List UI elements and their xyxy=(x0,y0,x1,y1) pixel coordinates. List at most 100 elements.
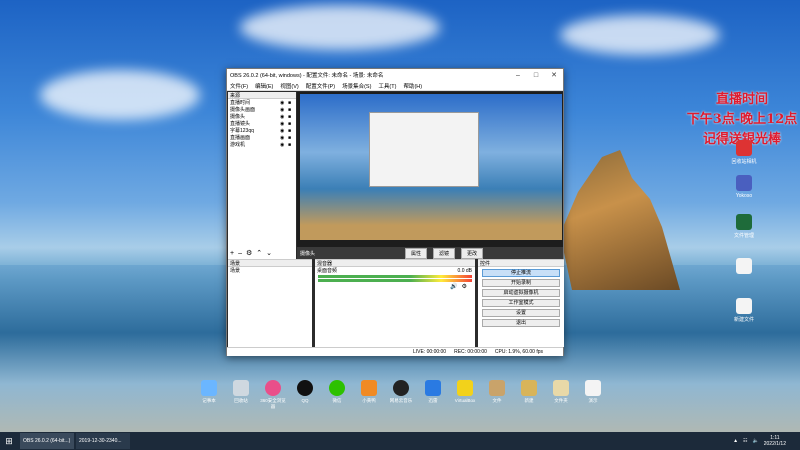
source-item[interactable]: 游戏机◉■ xyxy=(228,141,296,148)
controls-header: 控件 xyxy=(478,260,564,267)
desktop-icon[interactable]: 回收站 xyxy=(227,380,255,420)
close-icon[interactable]: ✕ xyxy=(545,71,563,79)
defaults-button[interactable]: 更改 xyxy=(461,248,483,259)
obs-titlebar[interactable]: OBS 26.0.2 (64-bit, windows) - 配置文件: 未命名… xyxy=(227,69,563,81)
properties-button[interactable]: 属性 xyxy=(405,248,427,259)
eye-icon[interactable]: ◉ xyxy=(280,100,288,106)
exit-button[interactable]: 退出 xyxy=(482,319,560,327)
settings-button[interactable]: 设置 xyxy=(482,309,560,317)
lock-icon[interactable]: ■ xyxy=(288,107,296,113)
studio-mode-button[interactable]: 工作室模式 xyxy=(482,299,560,307)
desktop-icon[interactable]: 小黄鸭 xyxy=(355,380,383,420)
cpu-status: CPU: 1.9%, 60.00 fps xyxy=(495,349,543,355)
source-item[interactable]: 字幕123qq◉■ xyxy=(228,127,296,134)
cloud xyxy=(240,5,440,50)
desktop-icon[interactable]: 网易云音乐 xyxy=(387,380,415,420)
menu-bar: 文件(F) 编辑(E) 视图(V) 配置文件(P) 场景集合(S) 工具(T) … xyxy=(227,81,563,91)
lock-icon[interactable]: ■ xyxy=(288,142,296,148)
windows-start-icon[interactable]: ⊞ xyxy=(0,436,18,447)
eye-icon[interactable]: ◉ xyxy=(280,128,288,134)
chevron-up-icon[interactable]: ⌃ xyxy=(256,249,262,257)
source-item[interactable]: 摄像头画面◉■ xyxy=(228,106,296,113)
menu-edit[interactable]: 编辑(E) xyxy=(255,82,273,90)
desktop-icon[interactable]: 文件管理 xyxy=(726,214,762,239)
menu-view[interactable]: 视图(V) xyxy=(280,82,298,90)
desktop-icon[interactable]: 新建文件 xyxy=(726,298,762,323)
filters-button[interactable]: 滤镜 xyxy=(433,248,455,259)
sources-header: 来源 xyxy=(228,92,296,99)
desktop-icon[interactable]: 演示 xyxy=(579,380,607,420)
source-item[interactable]: 直播时间◉■ xyxy=(228,99,296,106)
desktop-icon[interactable]: 迅雷 xyxy=(419,380,447,420)
system-tray: ▲ ☷ 🔈 1:11 2022/1/12 xyxy=(733,435,800,447)
maximize-icon[interactable]: □ xyxy=(527,72,545,79)
gear-icon[interactable]: ⚙ xyxy=(246,249,252,257)
source-item[interactable]: 摄像头◉■ xyxy=(228,113,296,120)
volume-icon[interactable]: 🔊 xyxy=(450,283,457,290)
lock-icon[interactable]: ■ xyxy=(288,114,296,120)
desktop-icon[interactable]: Yokoso xyxy=(726,175,762,199)
lock-icon[interactable]: ■ xyxy=(288,128,296,134)
menu-help[interactable]: 帮助(H) xyxy=(403,82,422,90)
eye-icon[interactable]: ◉ xyxy=(280,114,288,120)
desktop-icon[interactable]: 360安全浏览器 xyxy=(259,380,287,420)
lock-icon[interactable]: ■ xyxy=(288,121,296,127)
virtual-camera-button[interactable]: 启动虚拟摄像机 xyxy=(482,289,560,297)
remove-icon[interactable]: – xyxy=(238,250,242,257)
desktop-icon[interactable]: 回收站相机 xyxy=(726,140,762,165)
volume-meter xyxy=(318,275,472,278)
tray-icon[interactable]: ▲ xyxy=(733,438,738,444)
eye-icon[interactable]: ◉ xyxy=(280,107,288,113)
eye-icon[interactable]: ◉ xyxy=(280,142,288,148)
volume-icon[interactable]: 🔈 xyxy=(753,438,759,444)
desktop-icon[interactable]: 文件 xyxy=(483,380,511,420)
cloud xyxy=(560,15,720,55)
desktop-icon[interactable]: 微信 xyxy=(323,380,351,420)
taskbar: ⊞ OBS 26.0.2 (64-bit...) 2019-12-30-2340… xyxy=(0,432,800,450)
stop-streaming-button[interactable]: 停止推流 xyxy=(482,269,560,277)
sources-panel: 来源 直播时间◉■ 摄像头画面◉■ 摄像头◉■ 直播镜头◉■ 字幕123qq◉■… xyxy=(228,92,296,247)
clock[interactable]: 1:11 2022/1/12 xyxy=(764,435,786,447)
lock-icon[interactable]: ■ xyxy=(288,135,296,141)
mixer-level: 0.0 dB xyxy=(458,268,475,274)
menu-file[interactable]: 文件(F) xyxy=(230,82,248,90)
eye-icon[interactable]: ◉ xyxy=(280,121,288,127)
minimize-icon[interactable]: – xyxy=(509,72,527,79)
desktop-icon[interactable] xyxy=(726,258,762,276)
lock-icon[interactable]: ■ xyxy=(288,100,296,106)
mixer-header: 混音器 xyxy=(315,260,475,267)
mixer-controls: 🔊 ⚙ xyxy=(315,283,475,290)
sources-toolbar: + – ⚙ ⌃ ⌄ xyxy=(228,247,296,259)
promo-line: 直播时间 xyxy=(684,90,800,110)
taskbar-app-file[interactable]: 2019-12-30-2340... xyxy=(76,433,130,449)
source-item[interactable]: 直播镜头◉■ xyxy=(228,120,296,127)
menu-scene-collection[interactable]: 场景集合(S) xyxy=(342,82,371,90)
desktop-icon[interactable]: 文件夹 xyxy=(547,380,575,420)
chevron-down-icon[interactable]: ⌄ xyxy=(266,249,272,257)
selected-source-label: 摄像头 xyxy=(300,250,315,257)
promo-line: 下午3点-晚上12点 xyxy=(684,110,800,130)
taskbar-app-obs[interactable]: OBS 26.0.2 (64-bit...) xyxy=(20,433,74,449)
desktop-icon[interactable]: QQ xyxy=(291,380,319,420)
menu-tools[interactable]: 工具(T) xyxy=(378,82,396,90)
eye-icon[interactable]: ◉ xyxy=(280,135,288,141)
menu-profile[interactable]: 配置文件(P) xyxy=(306,82,335,90)
controls-dock: 控件 停止推流 开始录制 启动虚拟摄像机 工作室模式 设置 退出 xyxy=(478,259,564,347)
window-title: OBS 26.0.2 (64-bit, windows) - 配置文件: 未命名… xyxy=(230,71,509,79)
rec-status: REC: 00:00:00 xyxy=(454,349,487,355)
desktop-icon-row: 记事本 回收站 360安全浏览器 QQ 微信 小黄鸭 网易云音乐 迅雷 Virt… xyxy=(195,380,607,420)
desktop-icon[interactable]: 记事本 xyxy=(195,380,223,420)
mixer-channel-name: 桌面音频 xyxy=(317,267,458,274)
scene-item[interactable]: 场景 xyxy=(228,267,312,274)
gear-icon[interactable]: ⚙ xyxy=(462,283,467,290)
network-icon[interactable]: ☷ xyxy=(743,438,747,444)
desktop-icon[interactable]: 新建 xyxy=(515,380,543,420)
source-item[interactable]: 直播画面◉■ xyxy=(228,134,296,141)
start-recording-button[interactable]: 开始录制 xyxy=(482,279,560,287)
desktop-icon[interactable]: VirtualBox xyxy=(451,380,479,420)
add-icon[interactable]: + xyxy=(230,250,234,257)
preview-canvas[interactable] xyxy=(297,92,563,247)
status-bar: LIVE: 00:00:00 REC: 00:00:00 CPU: 1.9%, … xyxy=(227,347,563,356)
scenes-dock: 场景 场景 xyxy=(228,259,312,347)
mixer-channel: 桌面音频 0.0 dB xyxy=(315,267,475,274)
